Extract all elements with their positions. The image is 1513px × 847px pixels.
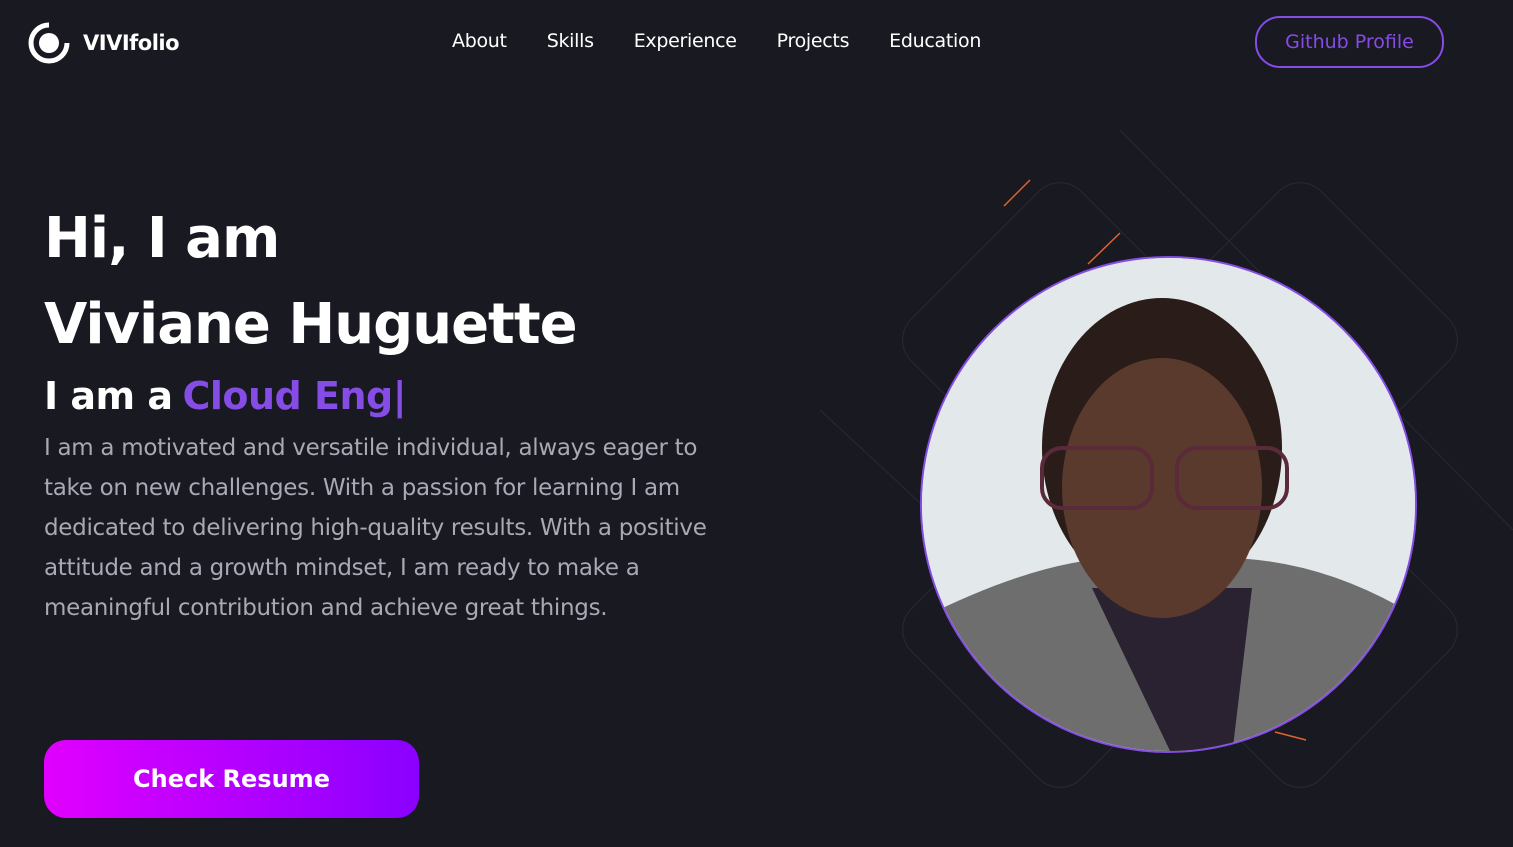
nav-links: About Skills Experience Projects Educati…	[452, 30, 981, 52]
role-line: I am a Cloud Eng|	[44, 374, 744, 418]
nav-education[interactable]: Education	[889, 30, 981, 52]
hero-description: I am a motivated and versatile individua…	[44, 435, 707, 621]
nav-about[interactable]: About	[452, 30, 507, 52]
portrait-image	[922, 258, 1415, 751]
brand-name: VIVIfolio	[83, 31, 180, 55]
ring-logo-icon	[28, 22, 70, 64]
logo[interactable]: VIVIfolio	[27, 21, 180, 65]
nav-experience[interactable]: Experience	[634, 30, 737, 52]
hero-name: Viviane Huguette	[44, 292, 578, 357]
github-profile-button[interactable]: Github Profile	[1255, 16, 1444, 68]
profile-photo	[920, 256, 1417, 753]
navbar: VIVIfolio About Skills Experience Projec…	[0, 0, 1513, 84]
role-prefix: I am a	[44, 374, 173, 418]
typed-role: Cloud Eng|	[182, 374, 407, 418]
check-resume-button[interactable]: Check Resume	[44, 740, 419, 818]
greeting: Hi, I am	[44, 206, 280, 271]
nav-skills[interactable]: Skills	[547, 30, 594, 52]
nav-projects[interactable]: Projects	[777, 30, 850, 52]
hero-section: Hi, I am Viviane Huguette I am a Cloud En…	[44, 196, 744, 628]
